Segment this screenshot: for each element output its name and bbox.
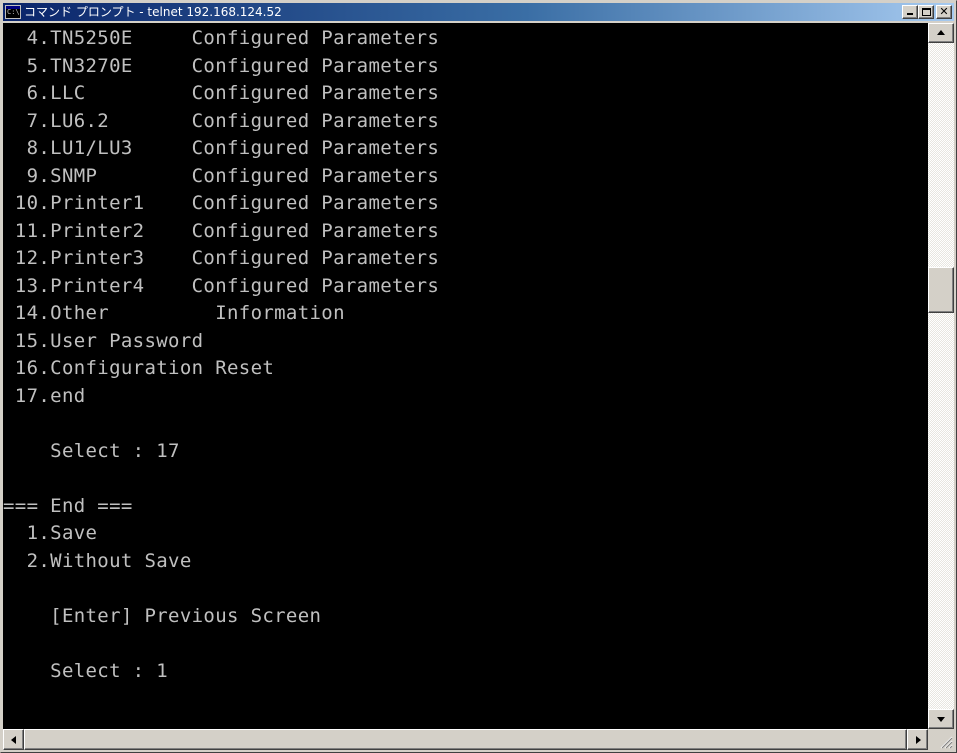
console-line: 8.LU1/LU3 Configured Parameters — [3, 137, 440, 159]
console-line: 7.LU6.2 Configured Parameters — [3, 109, 440, 132]
size-grip-icon — [940, 736, 953, 749]
size-grip[interactable] — [928, 729, 954, 750]
scroll-up-button[interactable] — [928, 23, 954, 43]
vertical-scroll-thumb[interactable] — [928, 267, 954, 313]
console-line: 4.TN5250E Configured Parameters — [3, 27, 440, 49]
console-line: 9.SNMP Configured Parameters — [3, 164, 440, 187]
console-line: 12.Printer3 Configured Parameters — [3, 247, 440, 269]
console-line: Select : 17 — [3, 439, 180, 462]
console-icon[interactable]: C:\ — [5, 5, 21, 19]
console-line: 15.User Password — [3, 329, 204, 352]
console-line: 16.Configuration Reset — [3, 357, 275, 379]
scroll-down-arrow-icon — [937, 717, 945, 722]
close-button[interactable]: ✕ — [936, 5, 952, 19]
window-title: コマンド プロンプト - telnet 192.168.124.52 — [24, 5, 282, 19]
console-text: 4.TN5250E Configured Parameters 5.TN3270… — [3, 25, 439, 685]
minimize-button[interactable] — [902, 5, 918, 19]
horizontal-scrollbar[interactable] — [3, 729, 928, 750]
console-line: 17.end — [3, 384, 86, 407]
scroll-left-arrow-icon — [11, 736, 16, 744]
console-line: [Enter] Previous Screen — [3, 604, 322, 627]
vertical-scrollbar[interactable] — [928, 23, 954, 729]
scroll-left-button[interactable] — [3, 729, 24, 750]
scroll-down-button[interactable] — [928, 709, 954, 729]
console-line: 11.Printer2 Configured Parameters — [3, 219, 440, 242]
scroll-right-button[interactable] — [907, 729, 928, 750]
console-line: 14.Other Information — [3, 302, 345, 324]
horizontal-scroll-thumb[interactable] — [24, 729, 907, 750]
scroll-up-arrow-icon — [937, 30, 945, 35]
scroll-right-arrow-icon — [916, 736, 921, 744]
console-line: 2.Without Save — [3, 549, 192, 572]
console-window: C:\ コマンド プロンプト - telnet 192.168.124.52 ✕… — [0, 0, 957, 753]
console-line: 6.LLC Configured Parameters — [3, 82, 440, 104]
console-line: 5.TN3270E Configured Parameters — [3, 54, 440, 77]
console-line: 13.Printer4 Configured Parameters — [3, 274, 440, 297]
console-line: 1.Save — [3, 522, 98, 544]
close-icon: ✕ — [939, 5, 949, 18]
title-bar[interactable]: C:\ コマンド プロンプト - telnet 192.168.124.52 ✕ — [3, 3, 954, 21]
console-line: === End === — [3, 494, 133, 517]
console-line: 10.Printer1 Configured Parameters — [3, 192, 440, 214]
minimize-icon — [907, 13, 913, 15]
console-line: Select : 1 — [3, 659, 169, 682]
console-output[interactable]: 4.TN5250E Configured Parameters 5.TN3270… — [3, 23, 928, 729]
title-buttons: ✕ — [902, 5, 952, 19]
maximize-icon — [922, 8, 931, 16]
maximize-button[interactable] — [918, 5, 934, 19]
